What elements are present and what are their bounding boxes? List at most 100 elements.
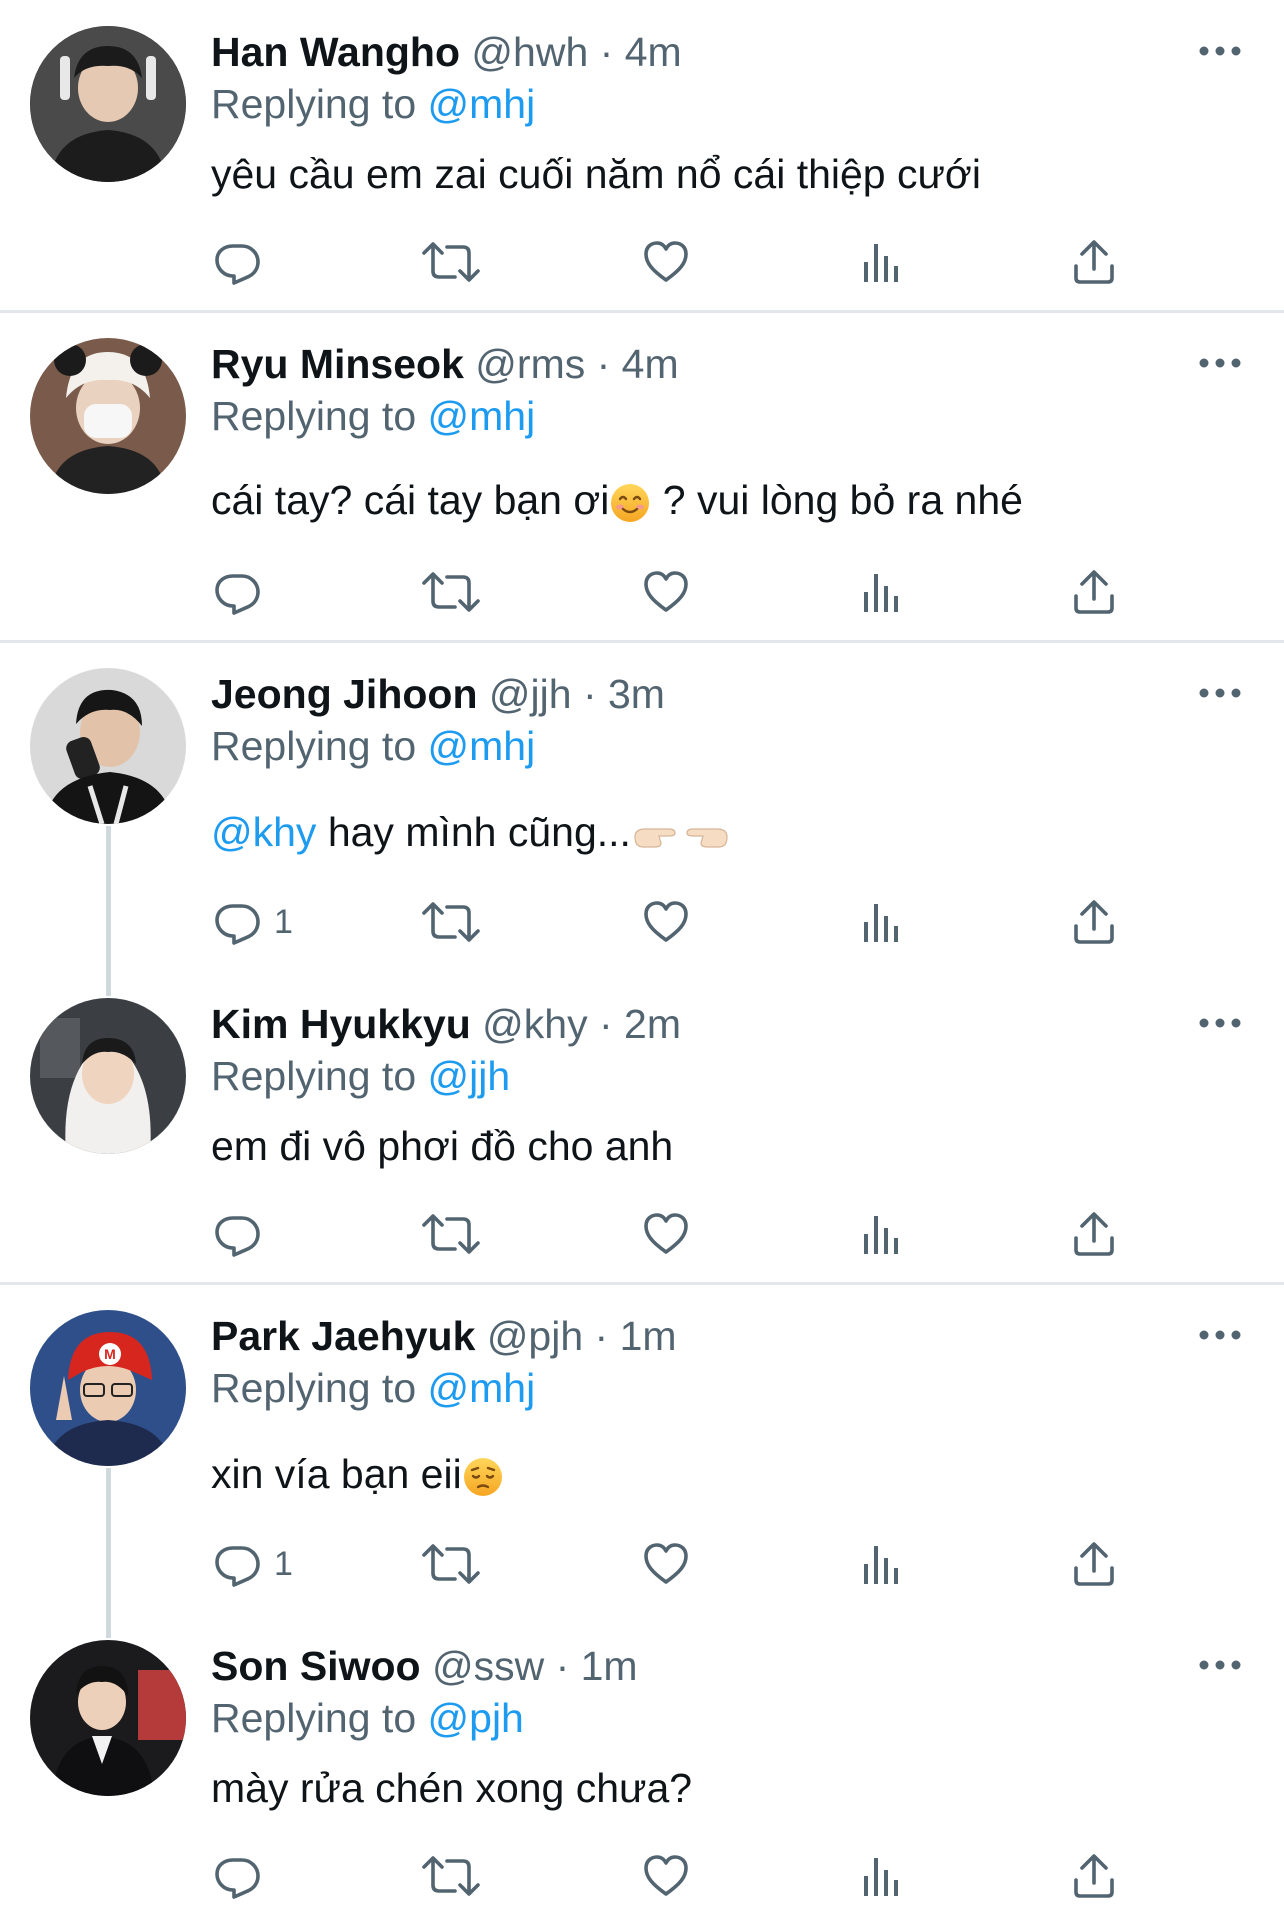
retweet-button[interactable] (421, 1534, 481, 1594)
reply-icon (214, 238, 262, 286)
retweet-button[interactable] (421, 1204, 481, 1264)
more-icon[interactable] (1196, 348, 1244, 378)
reply-button[interactable] (214, 1204, 274, 1264)
analytics-button[interactable] (858, 892, 906, 952)
tweet-son-siwoo[interactable]: Son Siwoo @ssw · 1m Replying to @pjh mày… (0, 1614, 1284, 1918)
author-name[interactable]: Park Jaehyuk (211, 1313, 475, 1359)
avatar[interactable] (30, 338, 186, 494)
retweet-button[interactable] (421, 892, 481, 952)
tweet-kim-hyukkyu[interactable]: Kim Hyukkyu @khy · 2m Replying to @jjh e… (0, 972, 1284, 1282)
analytics-icon (858, 1210, 906, 1258)
author-name[interactable]: Kim Hyukkyu (211, 1001, 471, 1047)
svg-text:M: M (104, 1346, 116, 1362)
author-name[interactable]: Han Wangho (211, 29, 460, 75)
heart-icon (642, 568, 690, 616)
analytics-button[interactable] (858, 232, 906, 292)
avatar[interactable] (30, 1640, 186, 1796)
tweet-text-after: ? vui lòng bỏ ra nhé (651, 477, 1023, 523)
analytics-button[interactable] (858, 1204, 906, 1264)
share-button[interactable] (1070, 892, 1118, 952)
replying-prefix: Replying to (211, 1365, 428, 1411)
reply-button[interactable] (214, 1846, 274, 1906)
share-button[interactable] (1070, 1204, 1118, 1264)
analytics-button[interactable] (858, 562, 906, 622)
author-name[interactable]: Ryu Minseok (211, 341, 464, 387)
more-icon[interactable] (1196, 1650, 1244, 1680)
analytics-icon (858, 898, 906, 946)
replying-handle-link[interactable]: @pjh (428, 1695, 524, 1741)
tweet-text: xin vía bạn eii (211, 1446, 504, 1502)
replying-handle-link[interactable]: @mhj (428, 393, 536, 439)
tweet-text: em đi vô phơi đồ cho anh (211, 1118, 673, 1174)
analytics-button[interactable] (858, 1846, 906, 1906)
author-meta: @khy · 2m (482, 1001, 681, 1047)
tweet-header: Kim Hyukkyu @khy · 2m (211, 996, 681, 1052)
tweet-text-content: yêu cầu em zai cuối năm nổ cái thiệp cướ… (211, 151, 981, 197)
more-icon[interactable] (1196, 678, 1244, 708)
replying-handle-link[interactable]: @mhj (428, 723, 536, 769)
replying-handle-link[interactable]: @mhj (428, 81, 536, 127)
author-meta: @jjh · 3m (488, 671, 665, 717)
avatar[interactable] (30, 26, 186, 182)
tweet-han-wangho[interactable]: Han Wangho @hwh · 4m Replying to @mhj yê… (0, 0, 1284, 312)
replying-prefix: Replying to (211, 1695, 428, 1741)
retweet-button[interactable] (421, 232, 481, 292)
reply-button[interactable]: 1 (214, 1534, 293, 1594)
like-button[interactable] (642, 1204, 690, 1264)
author-name[interactable]: Son Siwoo (211, 1643, 421, 1689)
like-button[interactable] (642, 1846, 690, 1906)
like-button[interactable] (642, 562, 690, 622)
tweet-text-content: em đi vô phơi đồ cho anh (211, 1123, 674, 1169)
replying-prefix: Replying to (211, 393, 428, 439)
share-icon (1070, 1540, 1118, 1588)
share-icon (1070, 1210, 1118, 1258)
author-name[interactable]: Jeong Jihoon (211, 671, 478, 717)
tweet-header: Son Siwoo @ssw · 1m (211, 1638, 638, 1694)
tweet-park-jaehyuk[interactable]: M Park Jaehyuk @pjh · 1m Replying to @mh… (0, 1284, 1284, 1608)
share-icon (1070, 238, 1118, 286)
retweet-icon (421, 1210, 481, 1258)
avatar[interactable] (30, 668, 186, 824)
replying-to: Replying to @mhj (211, 720, 535, 772)
share-button[interactable] (1070, 1534, 1118, 1594)
share-button[interactable] (1070, 1846, 1118, 1906)
like-button[interactable] (642, 1534, 690, 1594)
like-button[interactable] (642, 892, 690, 952)
heart-icon (642, 1210, 690, 1258)
retweet-icon (421, 1540, 481, 1588)
replying-handle-link[interactable]: @mhj (428, 1365, 536, 1411)
like-button[interactable] (642, 232, 690, 292)
tweet-text: cái tay? cái tay bạn ơi ? vui lòng bỏ ra… (211, 472, 1023, 528)
retweet-button[interactable] (421, 562, 481, 622)
mention-link[interactable]: @khy (211, 809, 316, 855)
share-button[interactable] (1070, 232, 1118, 292)
more-icon[interactable] (1196, 1320, 1244, 1350)
share-icon (1070, 1852, 1118, 1900)
more-icon[interactable] (1196, 1008, 1244, 1038)
analytics-icon (858, 568, 906, 616)
analytics-button[interactable] (858, 1534, 906, 1594)
retweet-icon (421, 898, 481, 946)
avatar[interactable]: M (30, 1310, 186, 1466)
reply-button[interactable]: 1 (214, 892, 293, 952)
retweet-button[interactable] (421, 1846, 481, 1906)
replying-handle-link[interactable]: @jjh (428, 1053, 511, 1099)
action-bar (0, 232, 1284, 292)
reply-count: 1 (274, 902, 293, 941)
reply-button[interactable] (214, 232, 274, 292)
heart-icon (642, 898, 690, 946)
tweet-text: mày rửa chén xong chưa? (211, 1760, 692, 1816)
reply-icon (214, 1852, 262, 1900)
reply-button[interactable] (214, 562, 274, 622)
action-bar (0, 1846, 1284, 1906)
more-icon[interactable] (1196, 36, 1244, 66)
tweet-text-content: xin vía bạn eii (211, 1451, 462, 1497)
analytics-icon (858, 238, 906, 286)
tweet-jeong-jihoon[interactable]: Jeong Jihoon @jjh · 3m Replying to @mhj … (0, 642, 1284, 966)
tweet-text-content: hay mình cũng... (316, 809, 631, 855)
share-button[interactable] (1070, 562, 1118, 622)
tweet-header: Park Jaehyuk @pjh · 1m (211, 1308, 677, 1364)
avatar[interactable] (30, 998, 186, 1154)
tweet-header: Ryu Minseok @rms · 4m (211, 336, 679, 392)
tweet-ryu-minseok[interactable]: Ryu Minseok @rms · 4m Replying to @mhj c… (0, 312, 1284, 640)
